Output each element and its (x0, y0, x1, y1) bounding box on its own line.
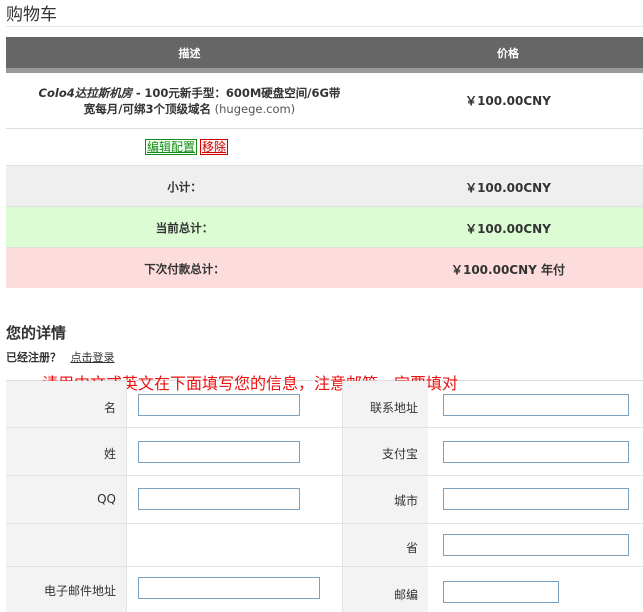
already-registered-line: 已经注册？ 点击登录 (6, 349, 115, 365)
total-due-row: 当前总计： ￥100.00CNY (6, 206, 643, 247)
postcode-label-cell: 邮编 (342, 567, 428, 612)
email-label-cell: 电子邮件地址 (6, 567, 126, 612)
recurring-total-value: ￥100.00CNY 年付 (450, 263, 566, 277)
product-price: ￥100.00CNY (465, 94, 551, 108)
address-label: 联系地址 (369, 401, 418, 415)
header-description: 描述 (178, 47, 201, 60)
product-name: Colo4达拉斯机房 (38, 86, 133, 100)
qq-label: QQ (97, 492, 116, 506)
qq-label-cell: QQ (6, 476, 126, 523)
product-dash: - (135, 86, 141, 100)
form-row: 电子邮件地址 邮编 (6, 567, 643, 612)
address-input[interactable] (443, 394, 629, 416)
state-input[interactable] (443, 534, 629, 556)
first-name-label: 名 (103, 401, 116, 415)
postcode-input[interactable] (443, 581, 559, 603)
column-divider (342, 381, 343, 612)
alipay-label-cell: 支付宝 (342, 428, 428, 475)
page-title: 购物车 (6, 5, 57, 25)
details-heading: 您的详情 (6, 324, 67, 342)
form-row: 姓 支付宝 (6, 428, 643, 476)
recurring-total-row: 下次付款总计： ￥100.00CNY 年付 (6, 247, 643, 288)
total-due-value: ￥100.00CNY (465, 222, 551, 236)
subtotal-row: 小计： ￥100.00CNY (6, 165, 643, 206)
total-due-label: 当前总计： (155, 221, 214, 235)
address-label-cell: 联系地址 (342, 381, 428, 427)
first-name-input[interactable] (138, 394, 300, 416)
cart-item-row: Colo4达拉斯机房 - 100元新手型：600M硬盘空间/6G带 宽每月/可绑… (6, 73, 643, 129)
product-domain: (hugege.com) (214, 102, 296, 116)
state-label-cell: 省 (342, 524, 428, 566)
product-description: Colo4达拉斯机房 - 100元新手型：600M硬盘空间/6G带 宽每月/可绑… (6, 85, 373, 117)
registered-question: 已经注册？ (6, 351, 61, 364)
product-plan-line1: 100元新手型：600M硬盘空间/6G带 (144, 86, 341, 100)
edit-config-link[interactable]: 编辑配置 (145, 139, 198, 155)
empty-label-cell (6, 524, 126, 566)
email-input[interactable] (138, 577, 320, 599)
postcode-label: 邮编 (393, 588, 418, 602)
state-label: 省 (405, 541, 418, 555)
city-label: 城市 (393, 494, 418, 508)
remove-item-link[interactable]: 移除 (200, 139, 229, 155)
form-row: 省 (6, 524, 643, 567)
city-input[interactable] (443, 488, 629, 510)
subtotal-label: 小计： (167, 180, 202, 194)
cart-item-actions: 编辑配置 移除 (6, 129, 643, 165)
cart-header: 描述 价格 (6, 37, 643, 68)
subtotal-value: ￥100.00CNY (465, 181, 551, 195)
form-row: 名 联系地址 (6, 381, 643, 428)
title-divider (6, 26, 643, 27)
column-divider (126, 381, 127, 612)
product-plan-line2: 宽每月/可绑3个顶级域名 (83, 102, 211, 116)
details-form: 名 联系地址 姓 支付宝 QQ 城市 省 电子邮件地址 邮编 (6, 381, 643, 612)
first-name-label-cell: 名 (6, 381, 126, 427)
alipay-label: 支付宝 (381, 447, 418, 461)
header-price: 价格 (497, 47, 519, 60)
city-label-cell: 城市 (342, 476, 428, 523)
alipay-input[interactable] (443, 441, 629, 463)
form-row: QQ 城市 (6, 476, 643, 524)
last-name-input[interactable] (138, 441, 300, 463)
last-name-label: 姓 (103, 447, 116, 461)
qq-input[interactable] (138, 488, 300, 510)
cart-table: 描述 价格 Colo4达拉斯机房 - 100元新手型：600M硬盘空间/6G带 … (6, 37, 643, 288)
recurring-total-label: 下次付款总计： (144, 262, 225, 276)
email-label: 电子邮件地址 (43, 584, 116, 598)
login-link[interactable]: 点击登录 (71, 351, 115, 364)
last-name-label-cell: 姓 (6, 428, 126, 475)
